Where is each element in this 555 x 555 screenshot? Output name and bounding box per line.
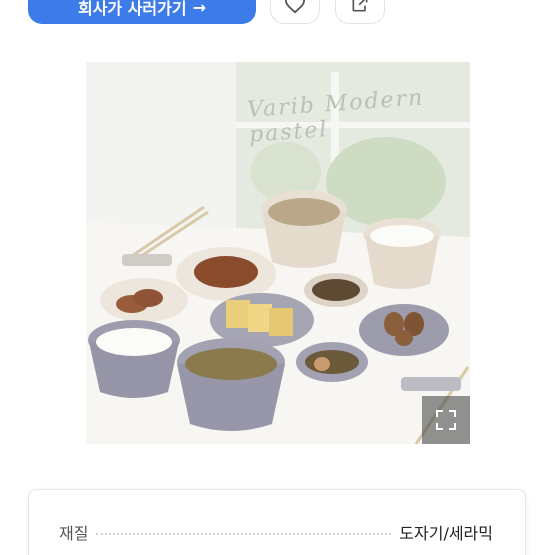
expand-icon: [435, 409, 457, 431]
heart-icon: [284, 0, 306, 18]
info-row-material: 재질 도자기/세라믹: [59, 520, 493, 544]
top-action-bar: 회사가 사러가기 →: [0, 0, 555, 40]
buy-button[interactable]: 회사가 사러가기 →: [28, 0, 256, 24]
share-button[interactable]: [335, 0, 385, 24]
like-button[interactable]: [270, 0, 320, 24]
product-info-card: 재질 도자기/세라믹: [28, 489, 526, 555]
share-icon: [350, 0, 370, 18]
product-photo[interactable]: Varib Modern pastel: [86, 62, 470, 444]
buy-button-label: 회사가 사러가기: [77, 0, 187, 18]
info-value: 도자기/세라믹: [399, 524, 493, 543]
info-label: 재질: [59, 524, 89, 543]
expand-button[interactable]: [422, 396, 470, 444]
dotted-leader: [96, 533, 392, 535]
arrow-right-icon: →: [192, 0, 207, 17]
